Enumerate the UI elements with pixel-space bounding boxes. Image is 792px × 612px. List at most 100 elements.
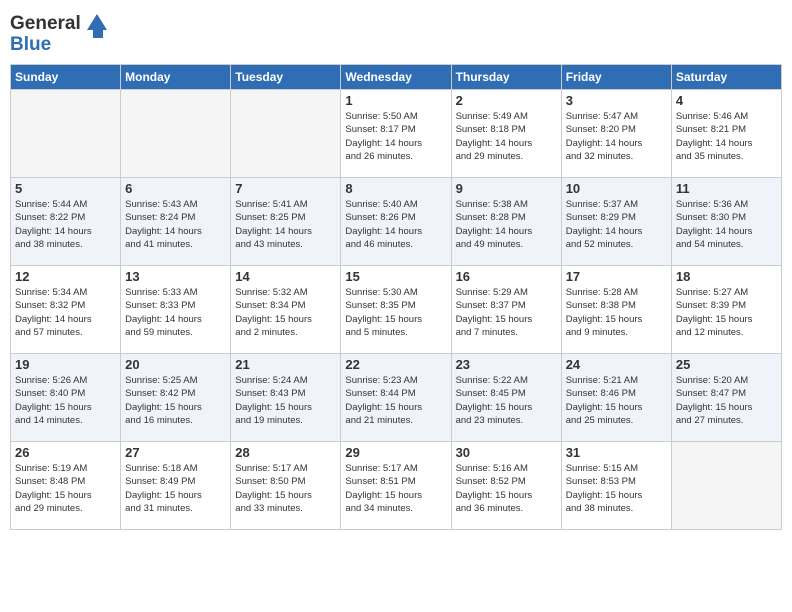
calendar-day-cell: 22 Sunrise: 5:23 AM Sunset: 8:44 PM Dayli…	[341, 354, 451, 442]
day-number: 25	[676, 357, 777, 372]
calendar-week-row: 5 Sunrise: 5:44 AM Sunset: 8:22 PM Daylig…	[11, 178, 782, 266]
calendar-table: SundayMondayTuesdayWednesdayThursdayFrid…	[10, 64, 782, 530]
day-number: 29	[345, 445, 446, 460]
day-info: Sunrise: 5:47 AM Sunset: 8:20 PM Dayligh…	[566, 110, 667, 163]
calendar-week-row: 1 Sunrise: 5:50 AM Sunset: 8:17 PM Daylig…	[11, 90, 782, 178]
day-number: 22	[345, 357, 446, 372]
header: General Blue	[10, 10, 782, 56]
day-info: Sunrise: 5:16 AM Sunset: 8:52 PM Dayligh…	[456, 462, 557, 515]
day-number: 5	[15, 181, 116, 196]
calendar-day-cell: 31Sunrise: 5:15 AM Sunset: 8:53 PM Dayli…	[561, 442, 671, 530]
day-info: Sunrise: 5:33 AM Sunset: 8:33 PM Dayligh…	[125, 286, 226, 339]
day-number: 13	[125, 269, 226, 284]
day-info: Sunrise: 5:43 AM Sunset: 8:24 PM Dayligh…	[125, 198, 226, 251]
calendar-day-cell: 14 Sunrise: 5:32 AM Sunset: 8:34 PM Dayli…	[231, 266, 341, 354]
calendar-day-cell: 28 Sunrise: 5:17 AM Sunset: 8:50 PM Dayli…	[231, 442, 341, 530]
calendar-day-cell: 10Sunrise: 5:37 AM Sunset: 8:29 PM Dayli…	[561, 178, 671, 266]
calendar-week-row: 12 Sunrise: 5:34 AM Sunset: 8:32 PM Dayli…	[11, 266, 782, 354]
day-info: Sunrise: 5:32 AM Sunset: 8:34 PM Dayligh…	[235, 286, 336, 339]
day-number: 2	[456, 93, 557, 108]
calendar-day-cell	[121, 90, 231, 178]
calendar-day-cell	[231, 90, 341, 178]
calendar-day-cell: 26 Sunrise: 5:19 AM Sunset: 8:48 PM Dayli…	[11, 442, 121, 530]
day-number: 8	[345, 181, 446, 196]
calendar-week-row: 26 Sunrise: 5:19 AM Sunset: 8:48 PM Dayli…	[11, 442, 782, 530]
day-info: Sunrise: 5:46 AM Sunset: 8:21 PM Dayligh…	[676, 110, 777, 163]
day-info: Sunrise: 5:25 AM Sunset: 8:42 PM Dayligh…	[125, 374, 226, 427]
calendar-day-cell: 15 Sunrise: 5:30 AM Sunset: 8:35 PM Dayli…	[341, 266, 451, 354]
calendar-day-cell: 1 Sunrise: 5:50 AM Sunset: 8:17 PM Daylig…	[341, 90, 451, 178]
day-info: Sunrise: 5:24 AM Sunset: 8:43 PM Dayligh…	[235, 374, 336, 427]
day-number: 17	[566, 269, 667, 284]
day-number: 1	[345, 93, 446, 108]
day-number: 20	[125, 357, 226, 372]
day-number: 14	[235, 269, 336, 284]
day-number: 12	[15, 269, 116, 284]
day-info: Sunrise: 5:23 AM Sunset: 8:44 PM Dayligh…	[345, 374, 446, 427]
day-info: Sunrise: 5:38 AM Sunset: 8:28 PM Dayligh…	[456, 198, 557, 251]
day-number: 6	[125, 181, 226, 196]
day-info: Sunrise: 5:28 AM Sunset: 8:38 PM Dayligh…	[566, 286, 667, 339]
calendar-day-cell: 20 Sunrise: 5:25 AM Sunset: 8:42 PM Dayli…	[121, 354, 231, 442]
calendar-day-cell: 16 Sunrise: 5:29 AM Sunset: 8:37 PM Dayli…	[451, 266, 561, 354]
day-number: 15	[345, 269, 446, 284]
day-header-tuesday: Tuesday	[231, 65, 341, 90]
calendar-day-cell: 13 Sunrise: 5:33 AM Sunset: 8:33 PM Dayli…	[121, 266, 231, 354]
calendar-day-cell: 19Sunrise: 5:26 AM Sunset: 8:40 PM Dayli…	[11, 354, 121, 442]
calendar-day-cell: 6 Sunrise: 5:43 AM Sunset: 8:24 PM Daylig…	[121, 178, 231, 266]
day-number: 7	[235, 181, 336, 196]
day-info: Sunrise: 5:27 AM Sunset: 8:39 PM Dayligh…	[676, 286, 777, 339]
calendar-day-cell: 18 Sunrise: 5:27 AM Sunset: 8:39 PM Dayli…	[671, 266, 781, 354]
calendar-day-cell: 7Sunrise: 5:41 AM Sunset: 8:25 PM Daylig…	[231, 178, 341, 266]
calendar-day-cell: 30 Sunrise: 5:16 AM Sunset: 8:52 PM Dayli…	[451, 442, 561, 530]
calendar-day-cell: 27 Sunrise: 5:18 AM Sunset: 8:49 PM Dayli…	[121, 442, 231, 530]
day-info: Sunrise: 5:18 AM Sunset: 8:49 PM Dayligh…	[125, 462, 226, 515]
calendar-week-row: 19Sunrise: 5:26 AM Sunset: 8:40 PM Dayli…	[11, 354, 782, 442]
calendar-day-cell: 5 Sunrise: 5:44 AM Sunset: 8:22 PM Daylig…	[11, 178, 121, 266]
day-number: 9	[456, 181, 557, 196]
logo: General Blue	[10, 10, 111, 56]
calendar-day-cell: 17 Sunrise: 5:28 AM Sunset: 8:38 PM Dayli…	[561, 266, 671, 354]
day-info: Sunrise: 5:17 AM Sunset: 8:51 PM Dayligh…	[345, 462, 446, 515]
day-header-monday: Monday	[121, 65, 231, 90]
day-info: Sunrise: 5:19 AM Sunset: 8:48 PM Dayligh…	[15, 462, 116, 515]
day-info: Sunrise: 5:20 AM Sunset: 8:47 PM Dayligh…	[676, 374, 777, 427]
day-info: Sunrise: 5:40 AM Sunset: 8:26 PM Dayligh…	[345, 198, 446, 251]
day-info: Sunrise: 5:15 AM Sunset: 8:53 PM Dayligh…	[566, 462, 667, 515]
day-header-wednesday: Wednesday	[341, 65, 451, 90]
calendar-day-cell	[11, 90, 121, 178]
calendar-day-cell: 2 Sunrise: 5:49 AM Sunset: 8:18 PM Daylig…	[451, 90, 561, 178]
page: General Blue SundayMondayTuesdayWednesda…	[0, 0, 792, 612]
calendar-day-cell: 4 Sunrise: 5:46 AM Sunset: 8:21 PM Daylig…	[671, 90, 781, 178]
day-number: 4	[676, 93, 777, 108]
day-number: 26	[15, 445, 116, 460]
day-number: 16	[456, 269, 557, 284]
day-number: 28	[235, 445, 336, 460]
day-info: Sunrise: 5:50 AM Sunset: 8:17 PM Dayligh…	[345, 110, 446, 163]
day-info: Sunrise: 5:29 AM Sunset: 8:37 PM Dayligh…	[456, 286, 557, 339]
day-number: 21	[235, 357, 336, 372]
day-info: Sunrise: 5:21 AM Sunset: 8:46 PM Dayligh…	[566, 374, 667, 427]
day-info: Sunrise: 5:17 AM Sunset: 8:50 PM Dayligh…	[235, 462, 336, 515]
day-info: Sunrise: 5:49 AM Sunset: 8:18 PM Dayligh…	[456, 110, 557, 163]
day-number: 23	[456, 357, 557, 372]
day-number: 11	[676, 181, 777, 196]
calendar-day-cell: 29 Sunrise: 5:17 AM Sunset: 8:51 PM Dayli…	[341, 442, 451, 530]
calendar-day-cell: 12 Sunrise: 5:34 AM Sunset: 8:32 PM Dayli…	[11, 266, 121, 354]
day-info: Sunrise: 5:30 AM Sunset: 8:35 PM Dayligh…	[345, 286, 446, 339]
logo-icon	[83, 10, 111, 38]
day-header-saturday: Saturday	[671, 65, 781, 90]
day-number: 18	[676, 269, 777, 284]
day-info: Sunrise: 5:37 AM Sunset: 8:29 PM Dayligh…	[566, 198, 667, 251]
day-info: Sunrise: 5:34 AM Sunset: 8:32 PM Dayligh…	[15, 286, 116, 339]
day-number: 30	[456, 445, 557, 460]
logo-general-text: General	[10, 13, 81, 35]
calendar-day-cell: 21 Sunrise: 5:24 AM Sunset: 8:43 PM Dayli…	[231, 354, 341, 442]
calendar-day-cell	[671, 442, 781, 530]
day-number: 27	[125, 445, 226, 460]
day-info: Sunrise: 5:44 AM Sunset: 8:22 PM Dayligh…	[15, 198, 116, 251]
day-header-friday: Friday	[561, 65, 671, 90]
day-info: Sunrise: 5:26 AM Sunset: 8:40 PM Dayligh…	[15, 374, 116, 427]
calendar-day-cell: 8 Sunrise: 5:40 AM Sunset: 8:26 PM Daylig…	[341, 178, 451, 266]
day-info: Sunrise: 5:36 AM Sunset: 8:30 PM Dayligh…	[676, 198, 777, 251]
